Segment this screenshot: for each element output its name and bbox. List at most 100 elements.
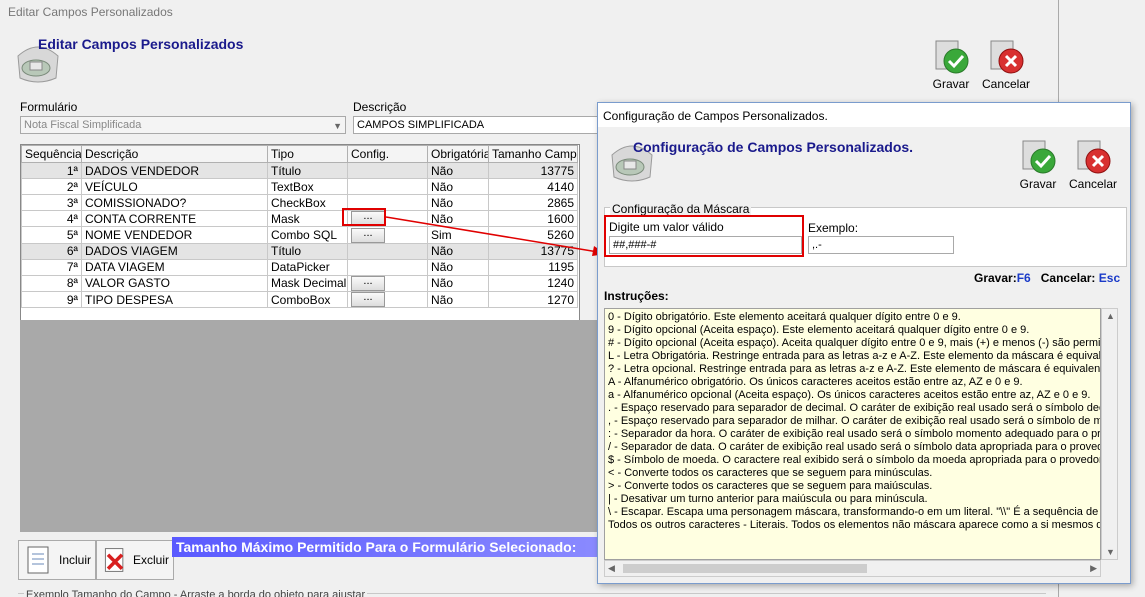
cell-desc: VALOR GASTO [81,274,268,292]
include-document-icon [27,546,49,574]
instruction-line: L - Letra Obrigatória. Restringe entrada… [608,350,1101,362]
cell-desc: DADOS VENDEDOR [81,162,268,179]
dialog-save-label: Gravar [1019,177,1057,191]
cell-obrig: Não [427,178,489,195]
instructions-label: Instruções: [604,289,669,303]
dialog-cancel-button[interactable]: Cancelar [1065,137,1121,191]
page-title: Editar Campos Personalizados [38,36,244,52]
instruction-line: , - Espaço reservado para separador de m… [608,415,1101,427]
column-header[interactable]: Tipo [267,145,348,163]
cancel-button-label: Cancelar [981,77,1031,91]
table-row[interactable]: 8ª VALOR GASTO Mask Decimal... Não 1240 [21,274,578,292]
include-button[interactable]: Incluir [18,540,96,580]
description-label: Descrição [353,100,407,114]
cell-seq: 5ª [21,226,82,244]
instruction-line: | - Desativar um turno anterior para mai… [608,493,928,505]
instruction-line: . - Espaço reservado para separador de d… [608,402,1101,414]
instruction-line: A - Alfanumérico obrigatório. Os únicos … [608,376,1023,388]
cell-desc: COMISSIONADO? [81,194,268,211]
instruction-line: \ - Escapar. Escapa uma personagem másca… [608,506,1101,518]
save-button[interactable]: Gravar [923,37,979,91]
cell-seq: 1ª [21,162,82,179]
save-check-icon [932,37,970,75]
table-row[interactable]: 3ª COMISSIONADO? CheckBox Não 2865 [21,194,578,211]
instruction-line: < - Converte todos os caracteres que se … [608,467,933,479]
column-header[interactable]: Sequência [21,145,82,163]
save-check-icon [1019,137,1057,175]
cell-config [347,162,428,179]
instruction-line: : - Separador da hora. O caráter de exib… [608,428,1101,440]
shortcut-cancel-key: Esc [1098,271,1121,285]
config-button[interactable]: ... [351,292,385,307]
mask-config-group-title: Configuração da Máscara [610,202,752,216]
description-input[interactable]: CAMPOS SIMPLIFICADA [353,116,603,134]
instruction-line: ? - Letra opcional. Restringe entrada pa… [608,363,1101,375]
cell-obrig: Não [427,290,489,309]
config-button[interactable]: ... [351,227,385,243]
table-row[interactable]: 9ª TIPO DESPESA ComboBox... Não 1270 [21,290,578,309]
exclude-button[interactable]: Excluir [96,540,174,580]
cell-config: ... [347,274,428,292]
cell-tipo: DataPicker [267,258,348,276]
example-label: Exemplo: [808,221,859,235]
instruction-line: Todos os outros caracteres - Literais. T… [608,519,1101,531]
scroll-down-icon[interactable]: ▼ [1106,547,1115,557]
cell-tam: 4140 [488,178,578,195]
instruction-line: 0 - Dígito obrigatório. Este elemento ac… [608,311,961,323]
form-label: Formulário [20,100,78,114]
cell-tipo: ComboBox [267,290,348,309]
instructions-vscrollbar[interactable]: ▲ ▼ [1101,308,1118,560]
cell-tipo: Mask [267,209,348,228]
shortcut-save-key: F6 [1016,271,1031,285]
instructions-hscrollbar[interactable]: ◀ ▶ [604,560,1101,577]
instruction-line: # - Dígito opcional (Aceita espaço). Ace… [608,337,1101,349]
table-row[interactable]: 7ª DATA VIAGEM DataPicker Não 1195 [21,258,578,276]
cell-tam: 2865 [488,194,578,211]
dialog-title: Configuração de Campos Personalizados. [633,139,914,155]
cell-seq: 3ª [21,194,82,211]
config-button[interactable]: ... [351,276,385,291]
cell-tipo: Mask Decimal [267,274,348,292]
table-row[interactable]: 2ª VEÍCULO TextBox Não 4140 [21,178,578,195]
dialog-cancel-label: Cancelar [1068,177,1118,191]
cell-desc: CONTA CORRENTE [81,209,268,228]
instruction-line: / - Separador de data. O caráter de exib… [608,441,1101,453]
cell-tipo: Combo SQL [267,226,348,244]
cell-desc: TIPO DESPESA [81,290,268,309]
cell-obrig: Não [427,274,489,292]
cell-tam: 13775 [488,162,578,179]
hscroll-thumb[interactable] [623,564,867,573]
cell-desc: DADOS VIAGEM [81,242,268,260]
scroll-up-icon[interactable]: ▲ [1106,311,1115,321]
scroll-left-icon[interactable]: ◀ [608,563,615,574]
cell-seq: 2ª [21,178,82,195]
cell-obrig: Não [427,162,489,179]
column-header[interactable]: Descrição [81,145,268,163]
cell-desc: NOME VENDEDOR [81,226,268,244]
cell-tipo: TextBox [267,178,348,195]
save-button-label: Gravar [932,77,970,91]
column-header[interactable]: Config. [347,145,428,163]
shortcut-cancel-label: Cancelar: [1040,271,1096,285]
cell-tam: 1240 [488,274,578,292]
cancel-button[interactable]: Cancelar [978,37,1034,91]
exclude-x-icon [104,548,124,572]
mask-input[interactable]: ##,###-# [609,236,802,254]
scroll-right-icon[interactable]: ▶ [1090,563,1097,574]
instruction-line: 9 - Dígito opcional (Aceita espaço). Est… [608,324,1030,336]
form-select[interactable]: Nota Fiscal Simplificada ▼ [20,116,346,134]
cell-seq: 6ª [21,242,82,260]
dialog-save-button[interactable]: Gravar [1010,137,1066,191]
column-header[interactable]: Obrigatória [427,145,489,163]
cell-obrig: Não [427,258,489,276]
cell-seq: 7ª [21,258,82,276]
table-row[interactable]: 1ª DADOS VENDEDOR Título Não 13775 [21,162,578,179]
example-group-title: Exemplo Tamanho do Campo - Arraste a bor… [24,589,368,597]
example-output: ,.- [808,236,954,254]
cancel-x-icon [987,37,1025,75]
instruction-line: a - Alfanumérico opcional (Aceita espaço… [608,389,1091,401]
grid-empty-area [20,320,598,532]
cell-desc: VEÍCULO [81,178,268,195]
column-header[interactable]: Tamanho Campo [488,145,578,163]
cell-seq: 4ª [21,209,82,228]
